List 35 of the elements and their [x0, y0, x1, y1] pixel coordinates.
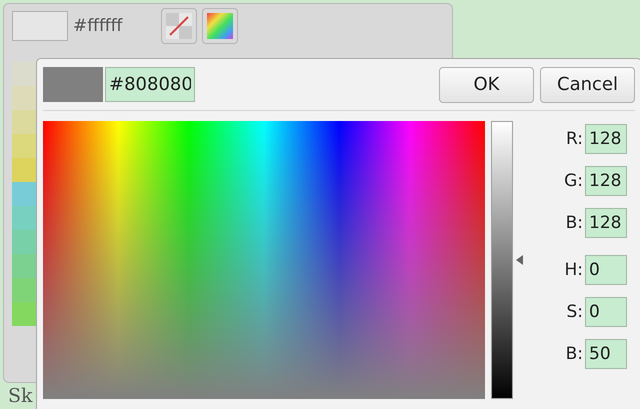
color-wheel-icon: [207, 13, 233, 39]
cancel-button[interactable]: Cancel: [540, 66, 635, 102]
field-label: B:: [564, 344, 583, 364]
hex-label: #ffffff: [73, 16, 124, 36]
value-field[interactable]: 128: [585, 166, 627, 196]
no-color-icon: [166, 13, 192, 39]
value-field[interactable]: 50: [585, 339, 627, 369]
field-label: H:: [563, 260, 583, 280]
color-swatch[interactable]: [12, 86, 36, 110]
color-swatch[interactable]: [12, 11, 68, 41]
color-spectrum[interactable]: [43, 121, 485, 399]
field-label: S:: [565, 302, 583, 322]
color-wheel-button[interactable]: [202, 8, 238, 44]
no-color-button[interactable]: [161, 8, 197, 44]
value-field[interactable]: 0: [585, 297, 627, 327]
color-swatch[interactable]: [12, 302, 36, 326]
value-field[interactable]: 0: [585, 255, 627, 285]
field-label: B:: [564, 213, 583, 233]
color-swatch[interactable]: [12, 110, 36, 134]
value-field[interactable]: 128: [585, 124, 627, 154]
field-label: R:: [564, 129, 583, 149]
footer-text: Sk: [8, 385, 33, 407]
field-label: G:: [563, 171, 583, 191]
color-swatch[interactable]: [12, 182, 36, 206]
color-swatch[interactable]: [12, 278, 36, 302]
value-field[interactable]: 128: [585, 208, 627, 238]
current-color-swatch: [43, 67, 103, 102]
color-swatch[interactable]: [12, 230, 36, 254]
color-swatch[interactable]: [12, 62, 36, 86]
color-swatch[interactable]: [12, 206, 36, 230]
color-swatch[interactable]: [12, 254, 36, 278]
color-swatch[interactable]: [12, 158, 36, 182]
brightness-slider[interactable]: [491, 121, 523, 399]
ok-button[interactable]: OK: [439, 66, 534, 102]
color-swatch[interactable]: [12, 134, 36, 158]
